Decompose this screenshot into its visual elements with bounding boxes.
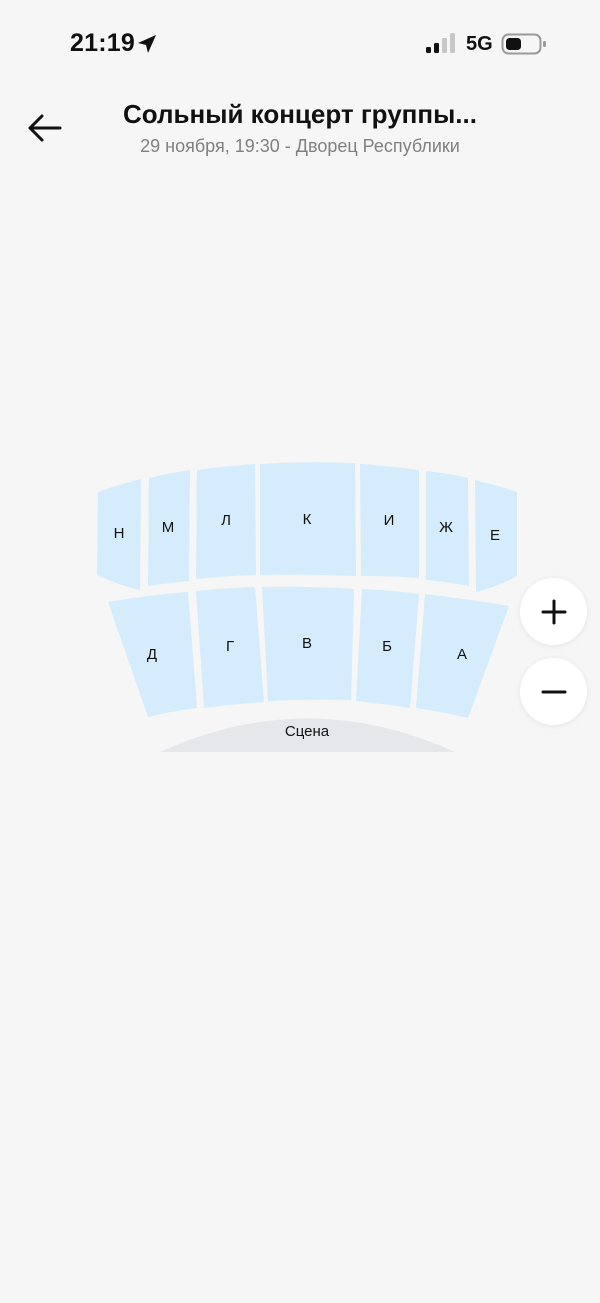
sector-m[interactable]: М bbox=[148, 470, 190, 586]
sector-label: А bbox=[457, 646, 467, 663]
plus-icon bbox=[541, 599, 566, 624]
battery-icon bbox=[501, 33, 546, 55]
sector-a[interactable]: А bbox=[416, 594, 509, 718]
sector-d[interactable]: Д bbox=[108, 592, 197, 717]
signal-icon bbox=[426, 33, 455, 53]
minus-icon bbox=[541, 690, 566, 693]
stage-label: Сцена bbox=[285, 723, 330, 740]
sector-label: Н bbox=[114, 525, 125, 542]
zoom-in-button[interactable] bbox=[520, 578, 587, 645]
sector-label: Г bbox=[226, 638, 234, 655]
sector-label: К bbox=[303, 511, 312, 528]
sector-v[interactable]: В bbox=[262, 586, 354, 701]
hall-map[interactable]: Сцена Н М Л К И Ж Е Д Г В Б А bbox=[0, 440, 600, 770]
sector-i[interactable]: И bbox=[360, 464, 419, 578]
sector-n[interactable]: Н bbox=[97, 479, 141, 590]
status-bar: 21:19 5G bbox=[0, 0, 600, 90]
seat-map-screen: 21:19 5G Сольный концерт группы... 29 но… bbox=[0, 0, 600, 1303]
network-type: 5G bbox=[466, 33, 493, 55]
sector-k[interactable]: К bbox=[260, 462, 356, 576]
sector-label: В bbox=[302, 635, 312, 652]
page-title: Сольный концерт группы... bbox=[123, 99, 477, 129]
event-details: 29 ноября, 19:30 - Дворец Республики bbox=[140, 136, 460, 156]
sector-label: Л bbox=[221, 512, 231, 529]
sector-label: Ж bbox=[439, 519, 453, 536]
sector-l[interactable]: Л bbox=[196, 464, 256, 579]
sector-zh[interactable]: Ж bbox=[426, 471, 469, 586]
sector-label: Б bbox=[382, 638, 392, 655]
status-time: 21:19 bbox=[70, 29, 135, 57]
zoom-out-button[interactable] bbox=[520, 658, 587, 725]
sector-e[interactable]: Е bbox=[475, 480, 517, 592]
arrow-left-icon bbox=[28, 114, 62, 142]
sector-b[interactable]: Б bbox=[356, 589, 419, 708]
sector-label: Е bbox=[490, 527, 500, 544]
sector-label: Д bbox=[147, 646, 157, 663]
sector-label: М bbox=[162, 519, 175, 536]
sector-g[interactable]: Г bbox=[196, 587, 264, 708]
location-arrow-icon bbox=[138, 35, 156, 53]
hall-map-canvas: Сцена Н М Л К И Ж Е Д Г В Б А bbox=[97, 462, 517, 752]
sector-label: И bbox=[384, 512, 395, 529]
